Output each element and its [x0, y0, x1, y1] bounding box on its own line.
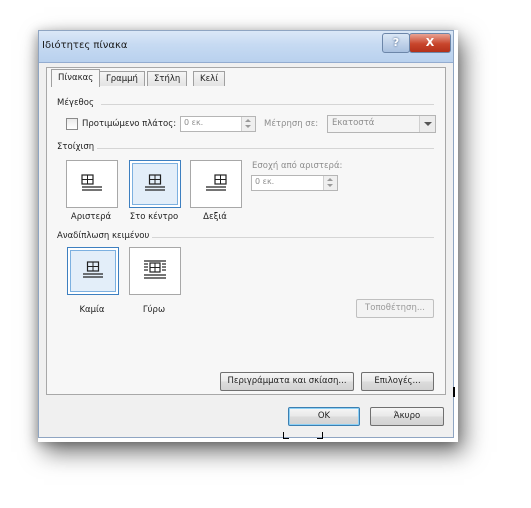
dialog-title: Ιδιότητες πίνακα — [42, 40, 128, 51]
tab-column-label: Στήλη — [154, 74, 181, 84]
edge-mark — [453, 387, 455, 397]
table-properties-dialog: Ιδιότητες πίνακα ? X Πίνακας Γραμμή Στήλ… — [38, 30, 454, 438]
measure-in-select[interactable]: Εκατοστά — [327, 115, 436, 133]
bracket-mark-right-base — [317, 438, 323, 439]
align-right-option[interactable] — [190, 160, 242, 208]
tab-row-label: Γραμμή — [106, 74, 138, 84]
tab-cell[interactable]: Κελί — [193, 71, 226, 86]
indent-from-left-label: Εσοχή από αριστερά: — [252, 161, 343, 171]
text-wrapping-section-title: Αναδίπλωση κειμένου — [57, 231, 150, 241]
title-bar[interactable]: Ιδιότητες πίνακα ? X — [39, 31, 453, 63]
positioning-button[interactable]: Τοποθέτηση... — [356, 299, 434, 318]
align-left-option[interactable] — [66, 160, 118, 208]
measure-in-label: Μέτρηση σε: — [264, 119, 319, 129]
preferred-width-checkbox[interactable] — [66, 118, 78, 130]
size-divider — [101, 104, 434, 105]
cancel-button[interactable]: Άκυρο — [370, 407, 444, 426]
wrap-none-option[interactable] — [67, 247, 119, 295]
align-right-icon — [206, 174, 227, 191]
wrap-around-label: Γύρω — [142, 305, 166, 315]
wrap-around-icon — [144, 260, 166, 279]
wrap-around-option[interactable] — [129, 247, 181, 295]
preferred-width-value: 0 εκ. — [184, 118, 204, 127]
wrap-none-icon — [83, 261, 103, 278]
tab-table-label: Πίνακας — [58, 73, 94, 83]
tab-row[interactable]: Γραμμή — [99, 71, 145, 86]
bracket-mark-left-base — [283, 438, 289, 439]
indent-from-left-value: 0 εκ. — [255, 177, 275, 186]
preferred-width-label: Προτιμώμενο πλάτος: — [82, 119, 177, 129]
align-left-icon — [81, 174, 102, 191]
size-section-title: Μέγεθος — [57, 98, 94, 108]
tab-column[interactable]: Στήλη — [147, 71, 188, 86]
options-button[interactable]: Επιλογές... — [361, 372, 434, 391]
tab-cell-label: Κελί — [200, 74, 219, 84]
align-center-option[interactable] — [129, 160, 181, 208]
align-center-icon — [145, 174, 165, 191]
align-right-label: Δεξιά — [203, 212, 227, 222]
borders-and-shading-button[interactable]: Περιγράμματα και σκίαση... — [220, 372, 354, 391]
spinner-arrows-icon[interactable] — [241, 117, 255, 131]
tab-table[interactable]: Πίνακας — [51, 69, 101, 87]
help-button[interactable]: ? — [382, 33, 410, 53]
alignment-section-title: Στοίχιση — [57, 142, 95, 152]
close-button[interactable]: X — [409, 33, 451, 53]
alignment-divider — [97, 148, 434, 149]
measure-in-value: Εκατοστά — [332, 118, 375, 128]
text-wrapping-divider — [152, 237, 434, 238]
preferred-width-spinner[interactable]: 0 εκ. — [180, 116, 256, 132]
ok-button[interactable]: ΟΚ — [288, 407, 360, 426]
spinner-arrows-icon[interactable] — [323, 176, 337, 190]
chevron-down-icon[interactable] — [419, 116, 435, 132]
indent-from-left-spinner[interactable]: 0 εκ. — [251, 175, 338, 191]
